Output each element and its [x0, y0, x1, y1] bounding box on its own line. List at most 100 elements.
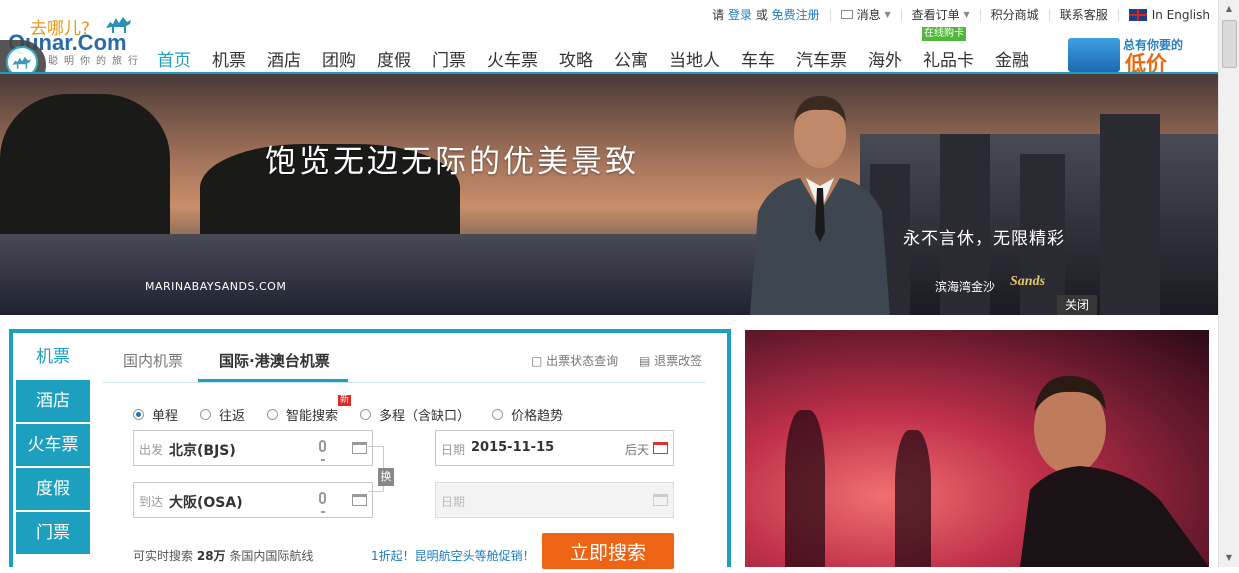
- page-scrollbar[interactable]: ▲ ▼: [1218, 0, 1239, 567]
- nav-item-hotels[interactable]: 酒店: [267, 46, 301, 71]
- category-tabs: 机票 酒店 火车票 度假 门票: [16, 336, 90, 556]
- nav-item-train[interactable]: 火车票: [487, 46, 538, 71]
- person-silhouette: [895, 430, 931, 567]
- radio-price-trend-label: 价格趋势: [511, 409, 564, 424]
- person-silhouette: [785, 410, 825, 567]
- divider: [900, 8, 902, 21]
- side-ad-image[interactable]: [745, 330, 1209, 567]
- arrive-label: 到达: [139, 495, 164, 509]
- giftcard-badge: 在线购卡: [922, 27, 966, 41]
- model-portrait: [1020, 375, 1209, 567]
- return-date-field[interactable]: 日期: [435, 482, 674, 518]
- depart-city-field[interactable]: 出发 北京(BJS): [133, 430, 373, 466]
- category-tab-hotels[interactable]: 酒店: [16, 380, 90, 422]
- microphone-icon[interactable]: [319, 492, 326, 513]
- scroll-down-icon[interactable]: ▼: [1219, 549, 1239, 567]
- banner-slogan: 永不言休，无限精彩: [903, 229, 1065, 249]
- hero-banner[interactable]: 饱览无边无际的优美景致 永不言休，无限精彩 MARINABAYSANDS.COM…: [0, 74, 1218, 315]
- radio-smart-label: 智能搜索: [286, 409, 339, 424]
- scroll-thumb[interactable]: [1222, 20, 1237, 68]
- tab-international[interactable]: 国际·港澳台机票: [219, 350, 330, 371]
- divider: [829, 8, 831, 21]
- nav-item-apartments[interactable]: 公寓: [614, 46, 648, 71]
- date-hint: 后天: [624, 443, 649, 457]
- nav-item-guides[interactable]: 攻略: [559, 46, 593, 71]
- nav-item-groupbuy[interactable]: 团购: [322, 46, 356, 71]
- english-link[interactable]: In English: [1152, 8, 1210, 22]
- radio-oneway[interactable]: 单程: [133, 405, 178, 424]
- document-icon: ▤: [639, 354, 651, 368]
- radio-dot: [133, 409, 144, 420]
- swap-cities-button[interactable]: 换: [378, 468, 394, 486]
- customer-service-link[interactable]: 联系客服: [1060, 6, 1108, 23]
- keyboard-icon[interactable]: [352, 442, 367, 454]
- nav-item-tickets[interactable]: 门票: [432, 46, 466, 71]
- banner-url: MARINABAYSANDS.COM: [145, 280, 287, 293]
- radio-price-trend[interactable]: 价格趋势: [492, 405, 563, 424]
- refund-link[interactable]: ▤ 退票改签: [639, 352, 702, 369]
- refund-label: 退票改签: [654, 354, 703, 368]
- phone-icon: [1068, 38, 1120, 72]
- radio-multicity[interactable]: 多程（含缺口）: [360, 405, 470, 424]
- active-tab-underline: [198, 379, 348, 382]
- banner-headline: 饱览无边无际的优美景致: [265, 144, 639, 180]
- promo-link[interactable]: 1折起！昆明航空头等舱促销！: [371, 547, 535, 564]
- lock-icon: □: [531, 354, 543, 368]
- category-tab-train[interactable]: 火车票: [16, 424, 90, 466]
- nav-item-overseas[interactable]: 海外: [868, 46, 902, 71]
- nav-item-bus[interactable]: 汽车票: [796, 46, 847, 71]
- date-value: 2015-11-15: [471, 440, 555, 455]
- arrive-city-field[interactable]: 到达 大阪(OSA): [133, 482, 373, 518]
- nav-item-locals[interactable]: 当地人: [669, 46, 720, 71]
- ticket-status-link[interactable]: □ 出票状态查询: [531, 352, 618, 369]
- search-button[interactable]: 立即搜索: [542, 533, 674, 569]
- banner-close-button[interactable]: 关闭: [1057, 295, 1097, 315]
- uk-flag-icon: [1128, 8, 1147, 21]
- messages-link[interactable]: 消息: [857, 6, 881, 23]
- nav-item-cars[interactable]: 车车: [741, 46, 775, 71]
- radio-roundtrip[interactable]: 往返: [200, 405, 245, 424]
- category-tab-vacation[interactable]: 度假: [16, 468, 90, 510]
- radio-dot: [360, 409, 372, 420]
- scroll-up-icon[interactable]: ▲: [1219, 0, 1239, 18]
- calendar-icon[interactable]: [653, 442, 668, 454]
- app-promo[interactable]: 总有你要的 低价: [1068, 34, 1208, 76]
- category-tab-tickets[interactable]: 门票: [16, 512, 90, 554]
- tab-domestic[interactable]: 国内机票: [123, 350, 183, 371]
- radio-multicity-label: 多程（含缺口）: [379, 409, 471, 424]
- nav-item-vacation[interactable]: 度假: [377, 46, 411, 71]
- radio-dot: [492, 409, 504, 420]
- or-text: 或: [755, 8, 768, 22]
- return-date-label: 日期: [441, 495, 466, 509]
- radio-dot: [200, 409, 212, 420]
- nav-item-flights[interactable]: 机票: [212, 46, 246, 71]
- divider: [1117, 8, 1119, 21]
- radio-roundtrip-label: 往返: [219, 409, 246, 424]
- orders-link[interactable]: 查看订单: [912, 6, 960, 23]
- login-link[interactable]: 登录: [728, 6, 752, 23]
- chevron-down-icon: ▼: [963, 10, 970, 19]
- calendar-icon[interactable]: [653, 494, 668, 506]
- radio-oneway-label: 单程: [152, 409, 179, 424]
- radio-dot: [267, 409, 279, 420]
- nav-item-giftcard[interactable]: 在线购卡 礼品卡: [922, 27, 974, 71]
- arrive-value: 大阪(OSA): [169, 495, 243, 511]
- register-link[interactable]: 免费注册: [772, 6, 820, 23]
- keyboard-icon[interactable]: [352, 494, 367, 506]
- trip-type-options: 单程 往返 智能搜索 新 多程（含缺口） 价格趋势: [133, 395, 585, 424]
- logo-slogan: 聪明你的旅行: [48, 56, 144, 67]
- radio-smart-search[interactable]: 智能搜索 新: [267, 395, 352, 424]
- microphone-icon[interactable]: [319, 440, 326, 461]
- sands-logo: Sands: [1010, 274, 1046, 289]
- depart-value: 北京(BJS): [169, 443, 236, 459]
- depart-date-field[interactable]: 日期 2015-11-15 后天: [435, 430, 674, 466]
- nav-item-finance[interactable]: 金融: [995, 46, 1029, 71]
- palm-silhouette: [0, 94, 170, 254]
- points-mall-link[interactable]: 积分商城: [991, 6, 1039, 23]
- building: [1100, 114, 1160, 315]
- pool-image: [0, 234, 760, 315]
- category-tab-flights[interactable]: 机票: [16, 336, 90, 378]
- top-links: 请 登录 或 免费注册 消息 ▼ 查看订单 ▼ 积分商城 联系客服 In Eng…: [712, 6, 1210, 23]
- route-count-text: 可实时搜索 28万 条国内国际航线: [133, 547, 313, 564]
- nav-item-home[interactable]: 首页: [157, 46, 191, 71]
